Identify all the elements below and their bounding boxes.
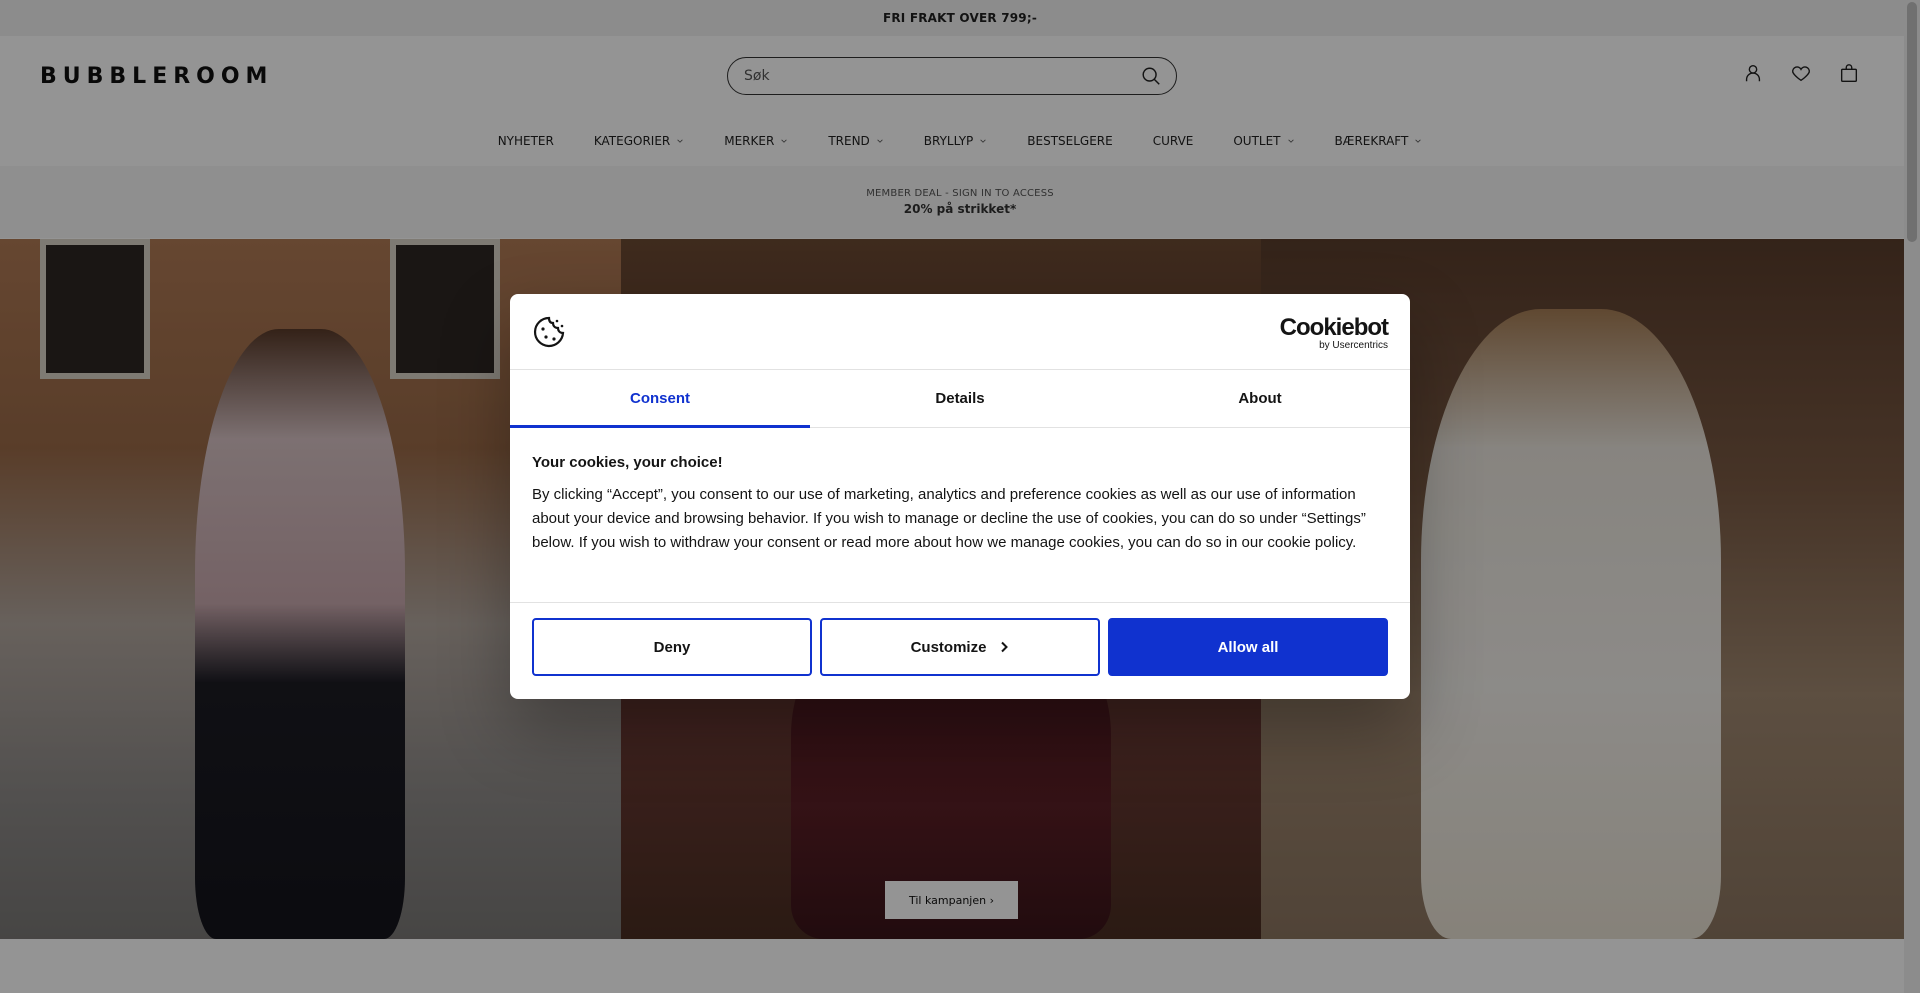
dialog-tabs: Consent Details About bbox=[510, 370, 1410, 428]
customize-button-label: Customize bbox=[910, 638, 987, 656]
deny-button[interactable]: Deny bbox=[532, 618, 812, 676]
cookie-consent-dialog: Cookiebot by Usercentrics Consent Detail… bbox=[510, 294, 1410, 699]
dialog-actions: Deny Customize Allow all bbox=[510, 603, 1410, 691]
dialog-title: Your cookies, your choice! bbox=[532, 454, 723, 471]
cookiebot-logo-text: Cookiebot bbox=[1279, 314, 1389, 341]
tab-details[interactable]: Details bbox=[810, 370, 1110, 427]
dialog-header: Cookiebot by Usercentrics bbox=[510, 294, 1410, 370]
chevron-right-icon bbox=[1001, 641, 1009, 653]
dialog-description: By clicking “Accept”, you consent to our… bbox=[532, 486, 1366, 551]
cookie-icon bbox=[532, 315, 566, 349]
cookiebot-logo[interactable]: Cookiebot by Usercentrics bbox=[1279, 314, 1389, 351]
cookiebot-logo-subtext: by Usercentrics bbox=[1319, 340, 1388, 351]
customize-button[interactable]: Customize bbox=[820, 618, 1100, 676]
deny-button-label: Deny bbox=[653, 638, 691, 656]
allow-all-button[interactable]: Allow all bbox=[1108, 618, 1388, 676]
dialog-body: Your cookies, your choice! By clicking “… bbox=[510, 428, 1410, 603]
tab-about[interactable]: About bbox=[1110, 370, 1410, 427]
tab-consent[interactable]: Consent bbox=[510, 370, 810, 428]
allow-all-button-label: Allow all bbox=[1217, 638, 1279, 656]
